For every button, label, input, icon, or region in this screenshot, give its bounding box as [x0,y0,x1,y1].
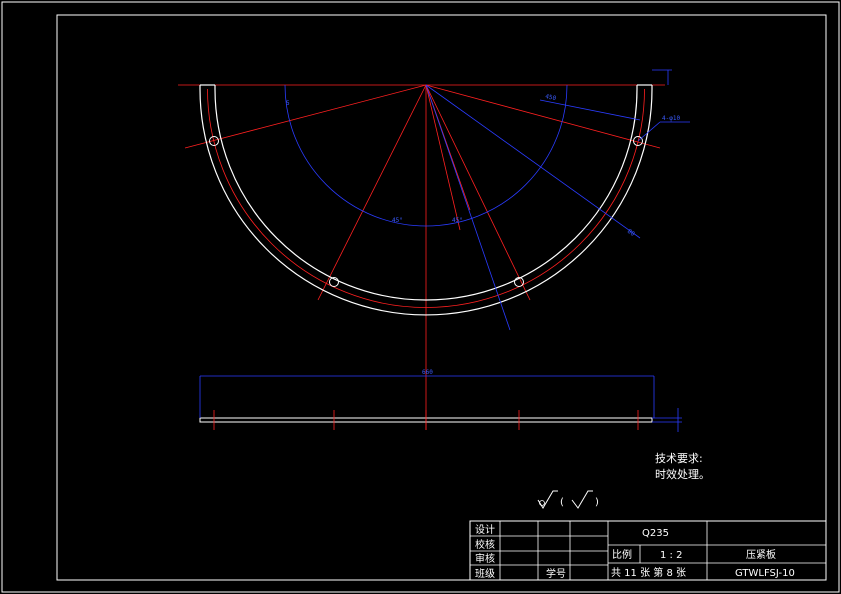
dimension-width: 660 [422,369,433,376]
tb-drawing-no: GTWLFSJ-10 [735,568,795,579]
radial-line-mid [425,84,461,231]
tb-checked: 校核 [475,538,495,551]
tb-class: 班级 [475,568,495,580]
sheet-outer-border [1,1,840,593]
roughness-symbol: ( ) [537,490,599,509]
notes-line-2: 时效处理。 [655,467,710,481]
radius-dimension-line [425,84,641,239]
radial-line-right [425,84,661,149]
tb-reviewed: 审核 [475,552,495,565]
strip-view: 660 [199,369,682,432]
dimension-hole-spec: 4-φ10 [662,115,680,122]
radius-dimension-line-2 [425,84,511,331]
dimension-angle-3: 5 [286,100,290,107]
tb-student-no: 学号 [546,567,566,580]
tb-designed: 设计 [475,523,495,536]
title-block: 设计 校核 审核 班级 学号 Q235 比例 1 : 2 共 11 张 第 8 … [469,520,827,581]
dimension-angle-2: 45° [452,217,463,224]
cad-drawing: 4-φ10 450 80 45° 45° 5 660 技术要求: 时效处理。 (… [1,1,840,593]
roughness-paren-open: ( [560,497,564,508]
tb-material: Q235 [642,528,669,539]
tb-scale-label: 比例 [612,548,632,561]
notes-line-1: 技术要求: [655,452,703,465]
drawing-frame [56,14,827,581]
tb-part-name: 压紧板 [746,548,776,561]
technical-notes: 技术要求: 时效处理。 [655,452,710,481]
dimension-angle-1: 45° [392,217,403,224]
tb-scale-value: 1 : 2 [660,550,682,561]
diameter-leader [539,99,641,121]
roughness-paren-check-icon [571,490,593,509]
roughness-paren-close: ) [595,497,599,508]
tb-sheets: 共 11 张 第 8 张 [611,566,686,579]
radial-line-lower-right [425,84,531,301]
